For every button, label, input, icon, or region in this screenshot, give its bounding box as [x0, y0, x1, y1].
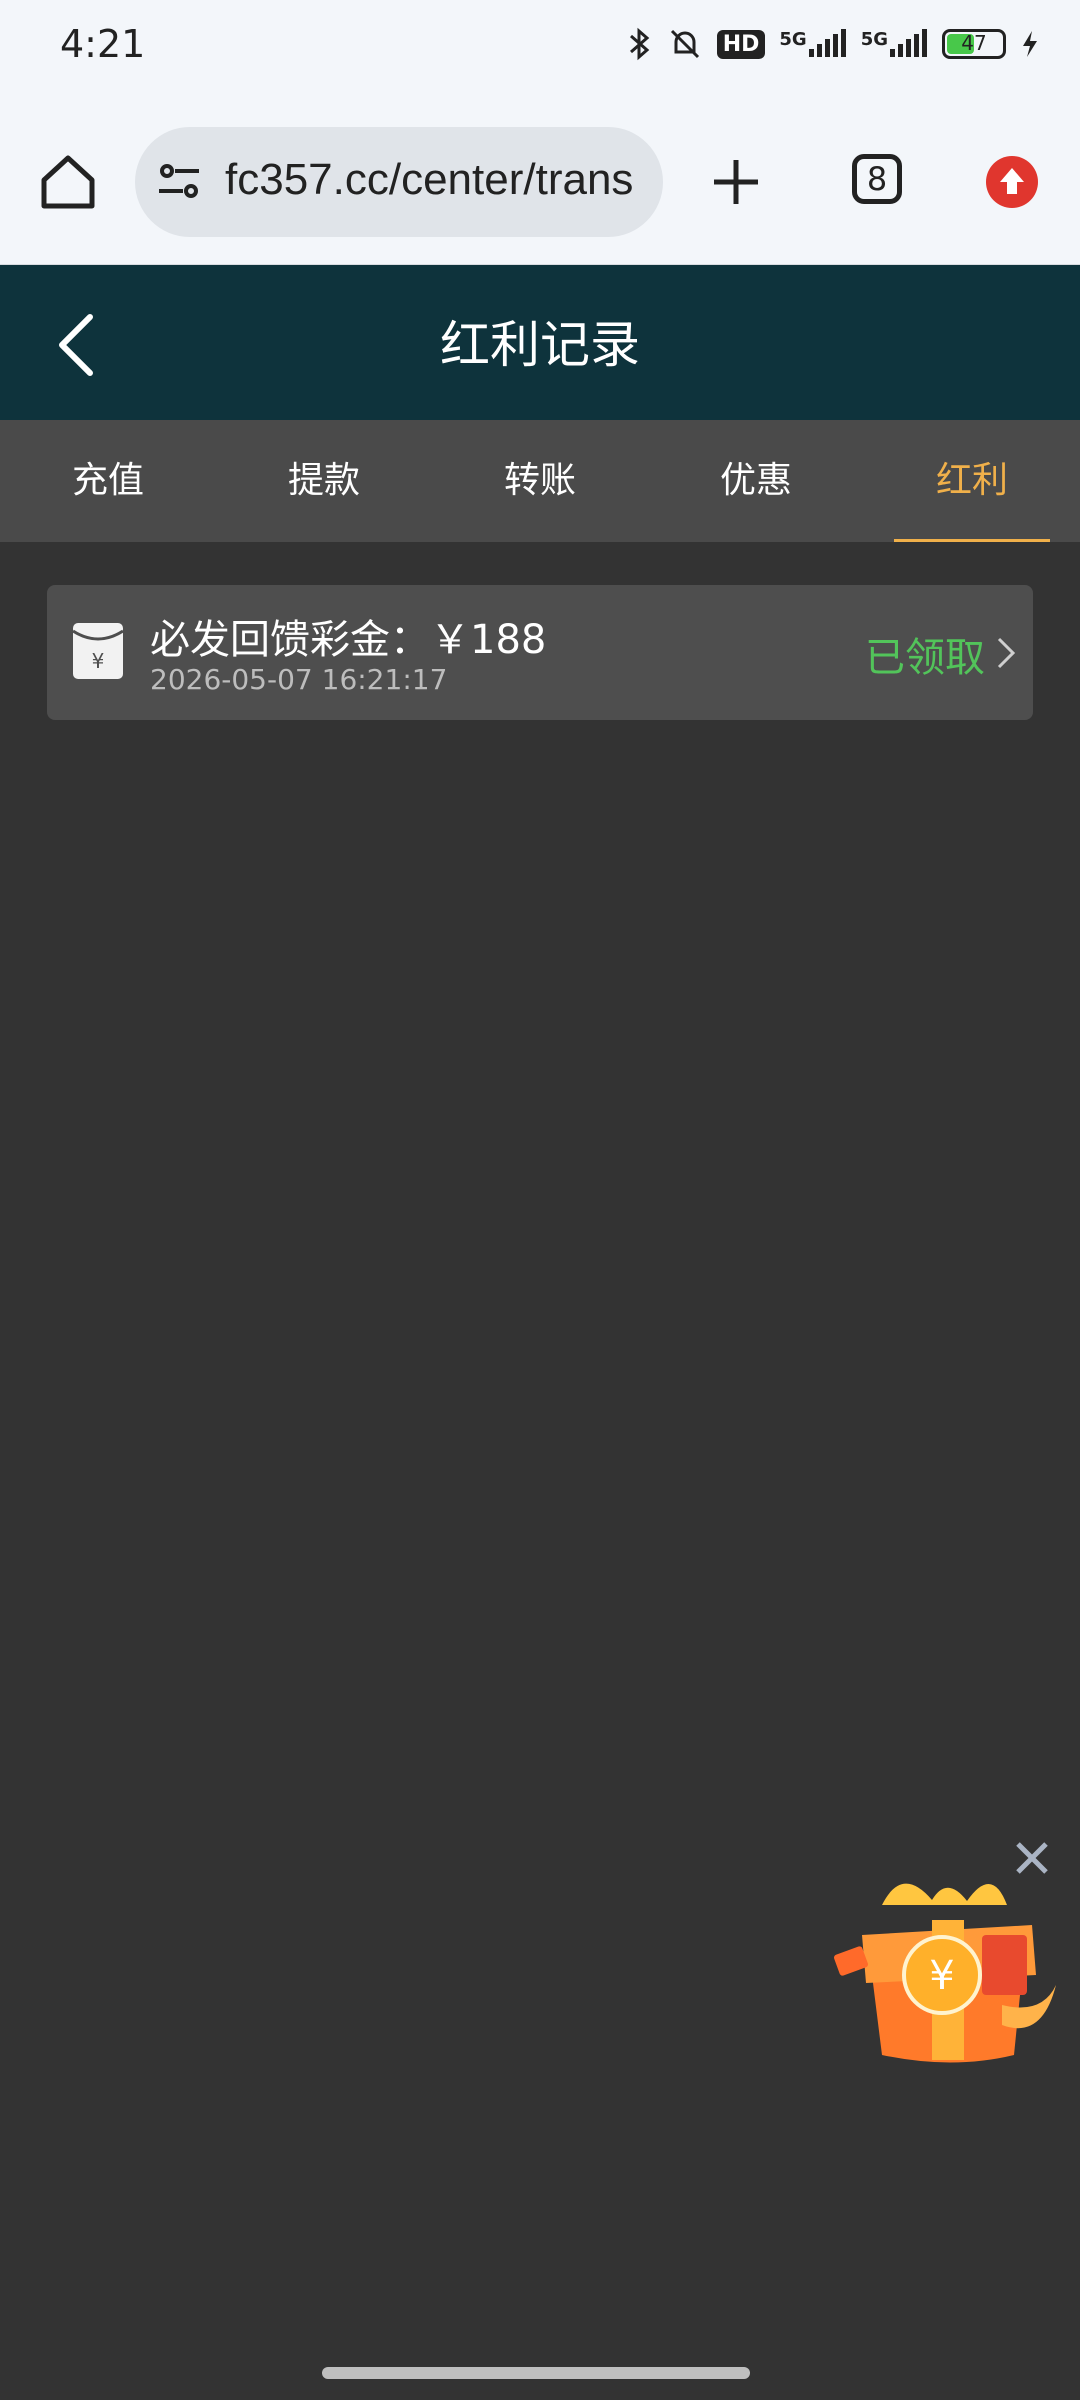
gift-box-icon: ¥ — [833, 1883, 1056, 2063]
site-settings-icon[interactable] — [155, 157, 205, 207]
charging-icon — [1020, 29, 1040, 59]
home-button[interactable] — [36, 150, 100, 214]
signal-icon-2: 5G — [861, 29, 928, 59]
red-envelope-icon: ¥ — [72, 623, 124, 679]
gift-box-promo[interactable]: ¥ — [832, 1865, 1062, 2075]
bluetooth-icon — [627, 26, 653, 62]
record-title: 必发回馈彩金：￥188 — [150, 617, 547, 663]
tab-bonus[interactable]: 红利 — [864, 420, 1080, 542]
record-type-tabs: 充值 提款 转账 优惠 红利 — [0, 420, 1080, 542]
network-type-2: 5G — [860, 29, 888, 50]
home-icon — [41, 155, 95, 209]
update-button[interactable] — [986, 156, 1038, 208]
silent-bell-icon — [667, 26, 703, 62]
hd-voice-badge: HD — [716, 29, 766, 59]
home-indicator[interactable] — [322, 2367, 750, 2379]
status-bar: 4:21 HD 5G 5G 47 — [0, 0, 1080, 100]
plus-icon — [714, 160, 758, 204]
tab-deposit[interactable]: 充值 — [0, 420, 216, 542]
page-title: 红利记录 — [440, 316, 640, 374]
tab-promotion[interactable]: 优惠 — [648, 420, 864, 542]
tab-withdraw[interactable]: 提款 — [216, 420, 432, 542]
tab-transfer[interactable]: 转账 — [432, 420, 648, 542]
status-icons: HD 5G 5G 47 — [627, 26, 1040, 62]
upload-arrow-icon — [1000, 168, 1024, 194]
signal-icon: 5G — [779, 29, 846, 59]
new-tab-button[interactable] — [706, 152, 766, 212]
battery-level: 47 — [961, 31, 987, 55]
chevron-right-icon — [993, 633, 1019, 673]
battery-icon: 47 — [942, 29, 1006, 59]
browser-toolbar: fc357.cc/center/trans 8 — [0, 100, 1080, 266]
status-time: 4:21 — [60, 22, 146, 66]
bonus-record-item[interactable]: ¥ 必发回馈彩金：￥188 2026-05-07 16:21:17 已领取 — [47, 585, 1033, 720]
app-header: 红利记录 — [0, 265, 1080, 420]
record-timestamp: 2026-05-07 16:21:17 — [150, 663, 448, 696]
record-status: 已领取 — [865, 635, 985, 681]
svg-text:¥: ¥ — [92, 649, 105, 673]
svg-text:¥: ¥ — [929, 1953, 954, 1999]
url-text[interactable]: fc357.cc/center/trans — [225, 155, 633, 205]
tab-switcher-button[interactable]: 8 — [852, 154, 902, 204]
address-bar[interactable]: fc357.cc/center/trans — [135, 127, 663, 237]
network-type-1: 5G — [779, 29, 807, 50]
